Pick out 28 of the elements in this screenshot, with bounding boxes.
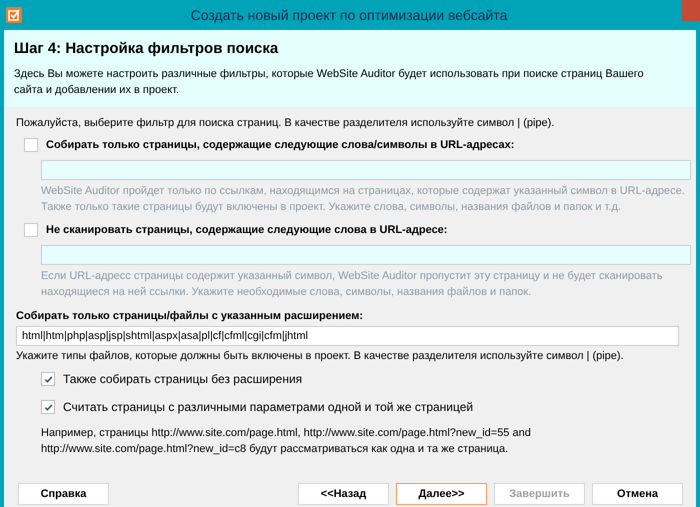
- dialog-button[interactable]: Справка: [18, 483, 109, 505]
- checkbox-label: Собирать только страницы, содержащие следующие слова/символы в URL-адресах:: [46, 139, 514, 151]
- example-text: Например, страницы http://www.site.com/page.html, http://www.site.com/page.html?new_id=55 and http://www.site.com/page.html?new_id=c8 будут рассматриваться как одна и та же страница.: [41, 426, 532, 457]
- checkbox[interactable]: [41, 372, 55, 386]
- checkbox-label: Считать страницы с различными параметрами одной и той же страницей: [63, 400, 474, 414]
- dialog-button[interactable]: Далее>>: [396, 483, 487, 505]
- checkbox[interactable]: [24, 138, 38, 152]
- hint-text: WebSite Auditor пройдет только по ссылкам, находящимся на страницах, которые содержат указанный символ в URL-адресе. Также только такие страницы будут включены в проект. Укажите слова, символы, названия файлов и папок и т.д.: [41, 184, 686, 215]
- checkmark-icon: [44, 402, 52, 412]
- input-field[interactable]: html|htm|php|asp|jsp|shtml|aspx|asa|pl|cf|cfml|cgi|cfm|jhtml: [16, 326, 679, 346]
- field-label: Собирать только страницы/файлы с указанным расширением:: [16, 310, 364, 322]
- hint-text: Если URL-адресс страницы содержит указанный символ, WebSite Auditor пропустит эту страницу и не будет сканировать находящиеся на ней ссылки. Укажите необходимые слова, символы, названия файлов и папок.: [41, 269, 664, 300]
- checkbox-label: Также собирать страницы без расширения: [63, 372, 302, 386]
- instruction-text: Пожалуйста, выберите фильтр для поиска страниц. В качестве разделителя используйте символ | (pipe).: [16, 117, 556, 129]
- hint-text: Укажите типы файлов, которые должны быть включены в проект. В качестве разделителя используйте символ | (pipe).: [16, 350, 625, 362]
- window-title: Создать новый проект по оптимизации вебсайта: [190, 7, 508, 23]
- checkbox[interactable]: [24, 223, 38, 237]
- checkbox-label: Не сканировать страницы, содержащие следующие слова в URL-адресе:: [46, 224, 448, 236]
- dialog-button[interactable]: Отмена: [592, 483, 683, 505]
- close-button[interactable]: [682, 0, 700, 21]
- dialog-button[interactable]: <<Назад: [298, 483, 389, 505]
- step-title: Шаг 4: Настройка фильтров поиска: [14, 40, 280, 57]
- input-field[interactable]: [41, 245, 691, 265]
- checkbox[interactable]: [41, 400, 55, 414]
- step-description: Здесь Вы можете настроить различные фильтры, которые WebSite Auditor будет использовать при поиске страниц Вашего сайта и добавлении их в проект.: [14, 67, 645, 98]
- checkmark-icon: [44, 374, 52, 384]
- input-field[interactable]: [41, 160, 691, 180]
- checkmark-icon: [6, 7, 22, 23]
